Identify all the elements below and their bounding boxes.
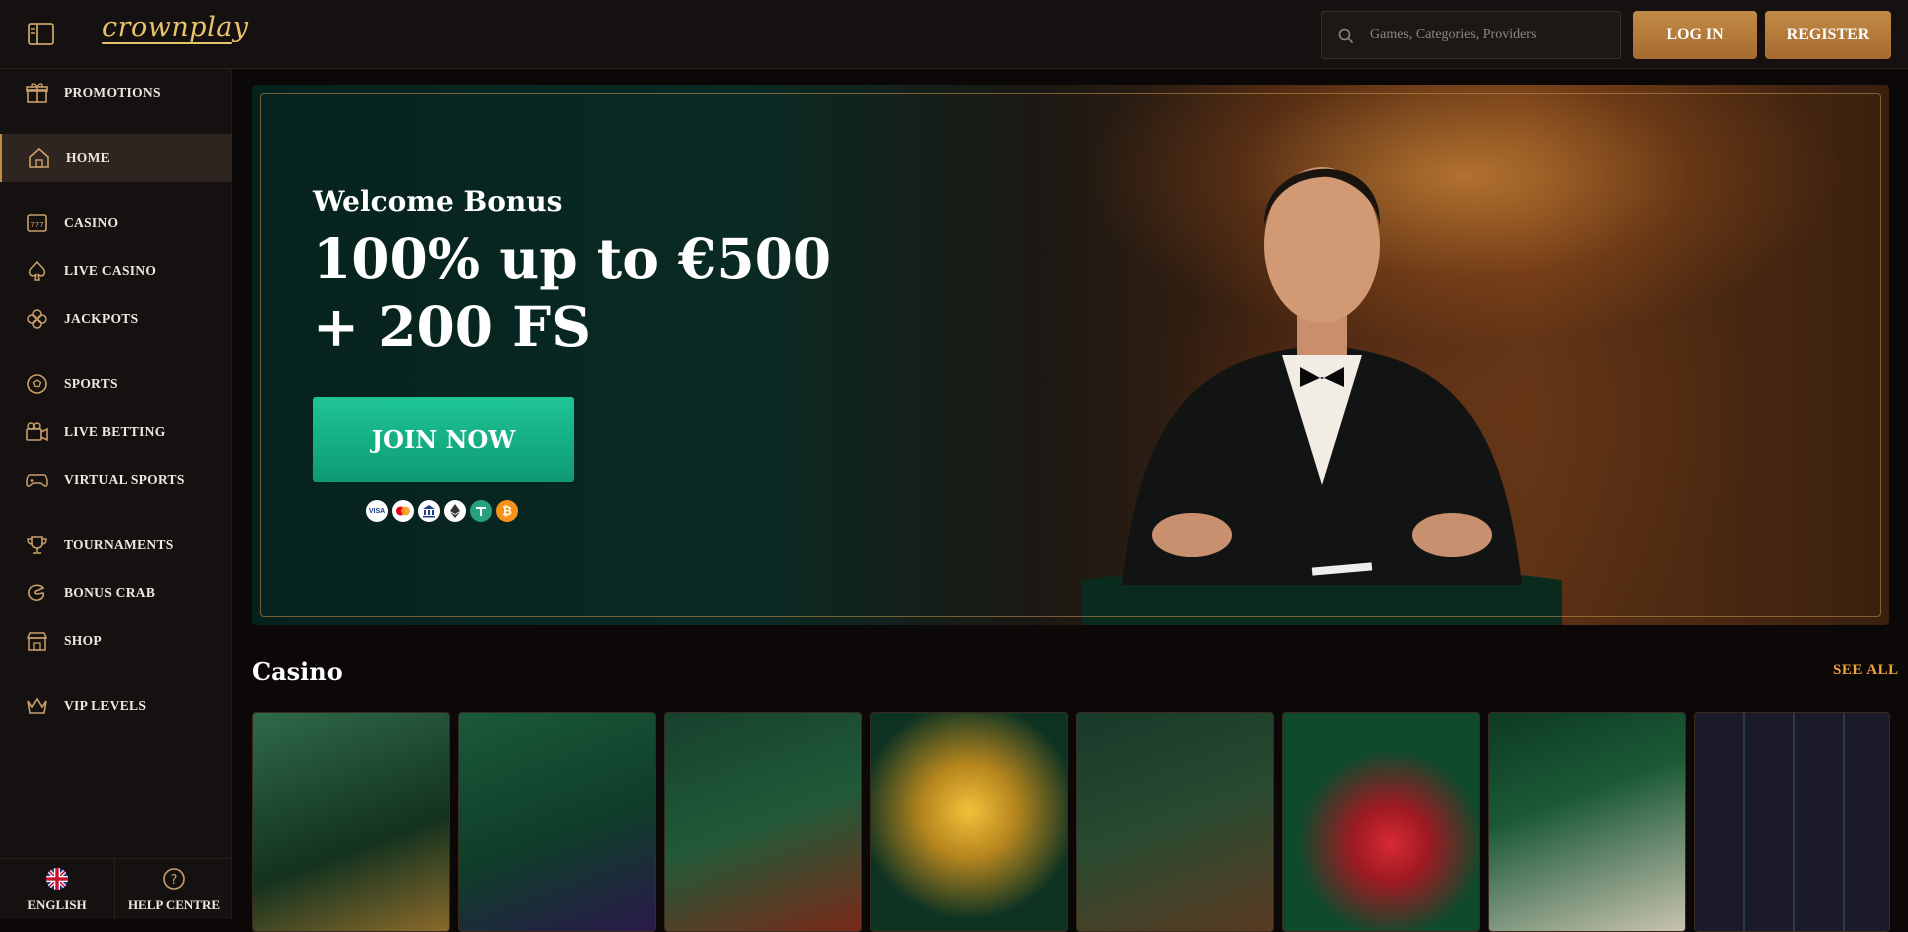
- sidebar-item-virtual-sports[interactable]: VIRTUAL SPORTS: [0, 456, 232, 504]
- sidebar-item-bonus-crab[interactable]: BONUS CRAB: [0, 569, 232, 617]
- sidebar-item-label: HOME: [66, 150, 110, 165]
- sidebar-item-tournaments[interactable]: TOURNAMENTS: [0, 521, 232, 569]
- banner-headline-line2: + 200 FS: [313, 294, 591, 359]
- logo-underline: [102, 42, 232, 44]
- shop-icon: [26, 632, 48, 651]
- sidebar-item-label: TOURNAMENTS: [64, 537, 174, 552]
- sidebar-item-sports[interactable]: SPORTS: [0, 360, 232, 408]
- svg-text:777: 777: [30, 221, 43, 229]
- language-selector[interactable]: ENGLISH: [0, 859, 115, 920]
- crab-claw-icon: [28, 584, 45, 601]
- sidebar-item-label: SHOP: [64, 633, 102, 648]
- sidebar-item-label: BONUS CRAB: [64, 585, 156, 600]
- login-button[interactable]: LOG IN: [1633, 11, 1757, 59]
- clover-icon: [27, 309, 47, 329]
- sidebar-item-promotions[interactable]: PROMOTIONS: [0, 69, 232, 117]
- dealer-couple-game-tile[interactable]: [1076, 712, 1274, 932]
- banner-headline: 100% up to €500 + 200 FS: [313, 225, 831, 361]
- sidebar-item-label: VIP LEVELS: [64, 698, 147, 713]
- sidebar-item-home[interactable]: HOME: [0, 134, 232, 182]
- gift-icon: [26, 83, 48, 103]
- banner-headline-line1: 100% up to €500: [313, 226, 832, 291]
- crown-icon: [27, 697, 47, 714]
- video-camera-icon: [26, 422, 48, 442]
- banner-subtitle: Welcome Bonus: [313, 185, 563, 218]
- visa-icon: VISA: [366, 500, 388, 522]
- sidebar-item-live-betting[interactable]: LIVE BETTING: [0, 408, 232, 456]
- cards-and-chips-game-tile[interactable]: [1488, 712, 1686, 932]
- gamepad-icon: [26, 474, 48, 487]
- top-header: crownplay LOG IN REGISTER: [0, 0, 1908, 69]
- search-box[interactable]: [1321, 11, 1621, 59]
- bitcoin-icon: ₿: [496, 500, 518, 522]
- trophy-icon: [27, 536, 47, 554]
- welcome-bonus-banner[interactable]: Welcome Bonus 100% up to €500 + 200 FS J…: [252, 85, 1889, 625]
- sidebar-item-label: SPORTS: [64, 376, 118, 391]
- sidebar-item-vip-levels[interactable]: VIP LEVELS: [0, 682, 232, 730]
- svg-text:?: ?: [171, 873, 178, 888]
- mastercard-icon: [392, 500, 414, 522]
- see-all-link[interactable]: SEE ALL: [1833, 662, 1899, 679]
- ethereum-icon: [444, 500, 466, 522]
- viking-couple-game-tile[interactable]: [252, 712, 450, 932]
- soccer-ball-icon: [27, 374, 47, 394]
- sidebar-item-casino[interactable]: 777 CASINO: [0, 199, 232, 247]
- payment-methods: VISA ₿: [366, 500, 518, 522]
- language-label: ENGLISH: [27, 896, 87, 912]
- search-icon: [1338, 28, 1354, 44]
- sidebar-item-shop[interactable]: SHOP: [0, 617, 232, 665]
- sidebar-item-label: LIVE BETTING: [64, 424, 166, 439]
- help-centre-label: HELP CENTRE: [127, 896, 221, 912]
- sidebar-item-jackpots[interactable]: JACKPOTS: [0, 295, 232, 343]
- help-question-icon: ?: [163, 867, 185, 890]
- spade-icon: [28, 260, 46, 281]
- bank-icon: [418, 500, 440, 522]
- help-centre-link[interactable]: ? HELP CENTRE: [116, 859, 232, 920]
- home-icon: [29, 147, 49, 168]
- crownplay-logo[interactable]: crownplay: [102, 12, 249, 43]
- slot-reels-game-tile[interactable]: [1694, 712, 1890, 932]
- sidebar-item-label: VIRTUAL SPORTS: [64, 472, 185, 487]
- sidebar-item-live-casino[interactable]: LIVE CASINO: [0, 247, 232, 295]
- sidebar-item-label: CASINO: [64, 215, 119, 230]
- skeleton-magician-game-tile[interactable]: [458, 712, 656, 932]
- sidebar-footer: ENGLISH ? HELP CENTRE: [0, 858, 232, 920]
- join-now-button[interactable]: JOIN NOW: [313, 397, 574, 482]
- uk-flag-icon: [46, 867, 68, 890]
- sidebar-toggle-icon[interactable]: [28, 22, 54, 46]
- casino-section-title: Casino: [252, 657, 343, 686]
- tether-icon: [470, 500, 492, 522]
- sidebar-item-label: PROMOTIONS: [64, 85, 161, 100]
- golden-diamond-game-tile[interactable]: [870, 712, 1068, 932]
- sidebar-item-label: JACKPOTS: [64, 311, 139, 326]
- gnome-and-lady-game-tile[interactable]: [664, 712, 862, 932]
- slot-machine-icon: 777: [27, 214, 47, 232]
- search-input[interactable]: [1370, 12, 1610, 58]
- register-button[interactable]: REGISTER: [1765, 11, 1891, 59]
- sidebar-item-label: LIVE CASINO: [64, 263, 157, 278]
- fruit-cherries-game-tile[interactable]: [1282, 712, 1480, 932]
- sidebar: PROMOTIONS HOME 777 CASINO LIVE CASINO J…: [0, 69, 232, 920]
